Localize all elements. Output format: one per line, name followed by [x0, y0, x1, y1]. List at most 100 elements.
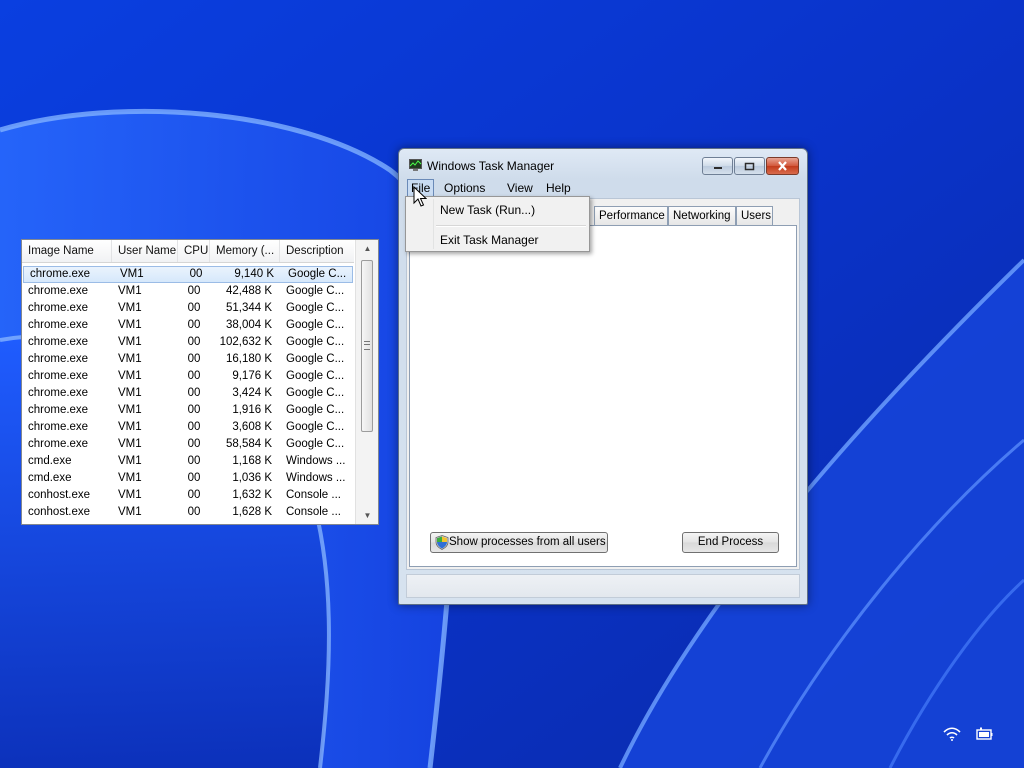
process-image-name: conhost.exe — [28, 489, 91, 501]
process-image-name: chrome.exe — [30, 268, 91, 280]
process-memory: 1,628 K — [232, 506, 272, 518]
column-user-name[interactable]: User Name — [112, 240, 178, 262]
process-user-name: VM1 — [118, 387, 142, 399]
file-menu-dropdown: New Task (Run...) Exit Task Manager — [405, 196, 590, 252]
process-memory: 16,180 K — [225, 353, 272, 365]
table-row[interactable]: chrome.exe VM1 00 9,140 K Google C... — [23, 266, 353, 283]
process-memory: 1,168 K — [232, 455, 272, 467]
process-image-name: chrome.exe — [28, 302, 89, 314]
process-user-name: VM1 — [118, 319, 142, 331]
process-cpu: 00 — [187, 353, 201, 365]
close-button[interactable] — [766, 157, 799, 175]
process-description: Google C... — [286, 336, 345, 348]
table-row[interactable]: conhost.exe VM1 00 1,632 K Console ... — [22, 487, 354, 504]
vertical-scrollbar[interactable]: ▲ ▼ — [355, 240, 378, 524]
show-all-users-button[interactable]: Show processes from all users — [430, 532, 608, 553]
status-bar — [406, 574, 800, 598]
table-row[interactable]: chrome.exe VM1 00 16,180 K Google C... — [22, 351, 354, 368]
end-process-button[interactable]: End Process — [682, 532, 779, 553]
process-user-name: VM1 — [118, 455, 142, 467]
menu-separator — [436, 225, 586, 227]
column-description[interactable]: Description — [280, 240, 354, 262]
process-description: Google C... — [286, 438, 345, 450]
table-row[interactable]: chrome.exe VM1 00 58,584 K Google C... — [22, 436, 354, 453]
process-memory: 58,584 K — [225, 438, 272, 450]
process-image-name: chrome.exe — [28, 336, 89, 348]
process-description: Console ... — [286, 489, 341, 501]
process-image-name: cmd.exe — [28, 455, 72, 467]
process-description: Windows ... — [286, 472, 346, 484]
minimize-icon — [713, 167, 722, 169]
process-description: Google C... — [286, 421, 345, 433]
process-image-name: chrome.exe — [28, 285, 89, 297]
menu-help[interactable]: Help — [543, 180, 574, 196]
process-cpu: 00 — [187, 472, 201, 484]
menu-view[interactable]: View — [504, 180, 536, 196]
table-row[interactable]: chrome.exe VM1 00 51,344 K Google C... — [22, 300, 354, 317]
menu-options[interactable]: Options — [441, 180, 488, 196]
process-user-name: VM1 — [118, 489, 142, 501]
table-row[interactable]: chrome.exe VM1 00 102,632 K Google C... — [22, 334, 354, 351]
column-cpu[interactable]: CPU — [178, 240, 210, 262]
table-row[interactable]: chrome.exe VM1 00 3,424 K Google C... — [22, 385, 354, 402]
task-manager-icon — [409, 159, 422, 171]
process-image-name: chrome.exe — [28, 319, 89, 331]
process-cpu: 00 — [187, 387, 201, 399]
process-memory: 102,632 K — [219, 336, 272, 348]
mouse-cursor-icon — [413, 186, 427, 207]
scrollbar-thumb[interactable] — [361, 260, 373, 432]
process-description: Google C... — [286, 387, 345, 399]
scroll-up-arrow-icon[interactable]: ▲ — [356, 240, 378, 257]
table-row[interactable]: conhost.exe VM1 00 1,628 K Console ... — [22, 504, 354, 521]
process-list-header: Image Name User Name CPU Memory (... Des… — [22, 240, 354, 263]
process-list[interactable]: Image Name User Name CPU Memory (... Des… — [21, 239, 379, 525]
table-row[interactable]: chrome.exe VM1 00 9,176 K Google C... — [22, 368, 354, 385]
menu-item-new-task[interactable]: New Task (Run...) — [440, 200, 535, 220]
process-cpu: 00 — [187, 438, 201, 450]
title-bar[interactable]: Windows Task Manager — [399, 149, 807, 179]
table-row[interactable]: chrome.exe VM1 00 1,916 K Google C... — [22, 402, 354, 419]
process-cpu: 00 — [187, 455, 201, 467]
process-memory: 51,344 K — [225, 302, 272, 314]
maximize-icon — [744, 162, 755, 170]
client-area: Performance Networking Users — [406, 198, 800, 570]
process-memory: 1,916 K — [232, 404, 272, 416]
process-cpu: 00 — [189, 268, 203, 280]
column-memory[interactable]: Memory (... — [210, 240, 280, 262]
process-user-name: VM1 — [118, 353, 142, 365]
process-description: Google C... — [288, 268, 347, 280]
table-row[interactable]: cmd.exe VM1 00 1,168 K Windows ... — [22, 453, 354, 470]
process-user-name: VM1 — [118, 421, 142, 433]
wifi-icon[interactable] — [943, 727, 961, 741]
process-user-name: VM1 — [118, 336, 142, 348]
tab-networking[interactable]: Networking — [668, 206, 736, 225]
tab-performance[interactable]: Performance — [594, 206, 668, 225]
process-memory: 3,608 K — [232, 421, 272, 433]
process-description: Google C... — [286, 285, 345, 297]
process-description: Windows ... — [286, 455, 346, 467]
process-cpu: 00 — [187, 285, 201, 297]
process-cpu: 00 — [187, 370, 201, 382]
table-row[interactable]: cmd.exe VM1 00 1,036 K Windows ... — [22, 470, 354, 487]
process-image-name: chrome.exe — [28, 438, 89, 450]
process-memory: 1,632 K — [232, 489, 272, 501]
window-title: Windows Task Manager — [427, 159, 555, 173]
table-row[interactable]: chrome.exe VM1 00 42,488 K Google C... — [22, 283, 354, 300]
minimize-button[interactable] — [702, 157, 733, 175]
scroll-down-arrow-icon[interactable]: ▼ — [356, 507, 378, 524]
table-row[interactable]: chrome.exe VM1 00 38,004 K Google C... — [22, 317, 354, 334]
close-icon — [778, 161, 787, 171]
process-user-name: VM1 — [118, 302, 142, 314]
process-cpu: 00 — [187, 489, 201, 501]
column-image-name[interactable]: Image Name — [22, 240, 112, 262]
process-memory: 42,488 K — [225, 285, 272, 297]
table-row[interactable]: chrome.exe VM1 00 3,608 K Google C... — [22, 419, 354, 436]
process-cpu: 00 — [187, 302, 201, 314]
tab-users[interactable]: Users — [736, 206, 773, 225]
battery-icon[interactable] — [976, 727, 993, 741]
maximize-button[interactable] — [734, 157, 765, 175]
process-image-name: chrome.exe — [28, 404, 89, 416]
process-description: Console ... — [286, 506, 341, 518]
process-image-name: chrome.exe — [28, 370, 89, 382]
menu-item-exit[interactable]: Exit Task Manager — [440, 230, 539, 250]
